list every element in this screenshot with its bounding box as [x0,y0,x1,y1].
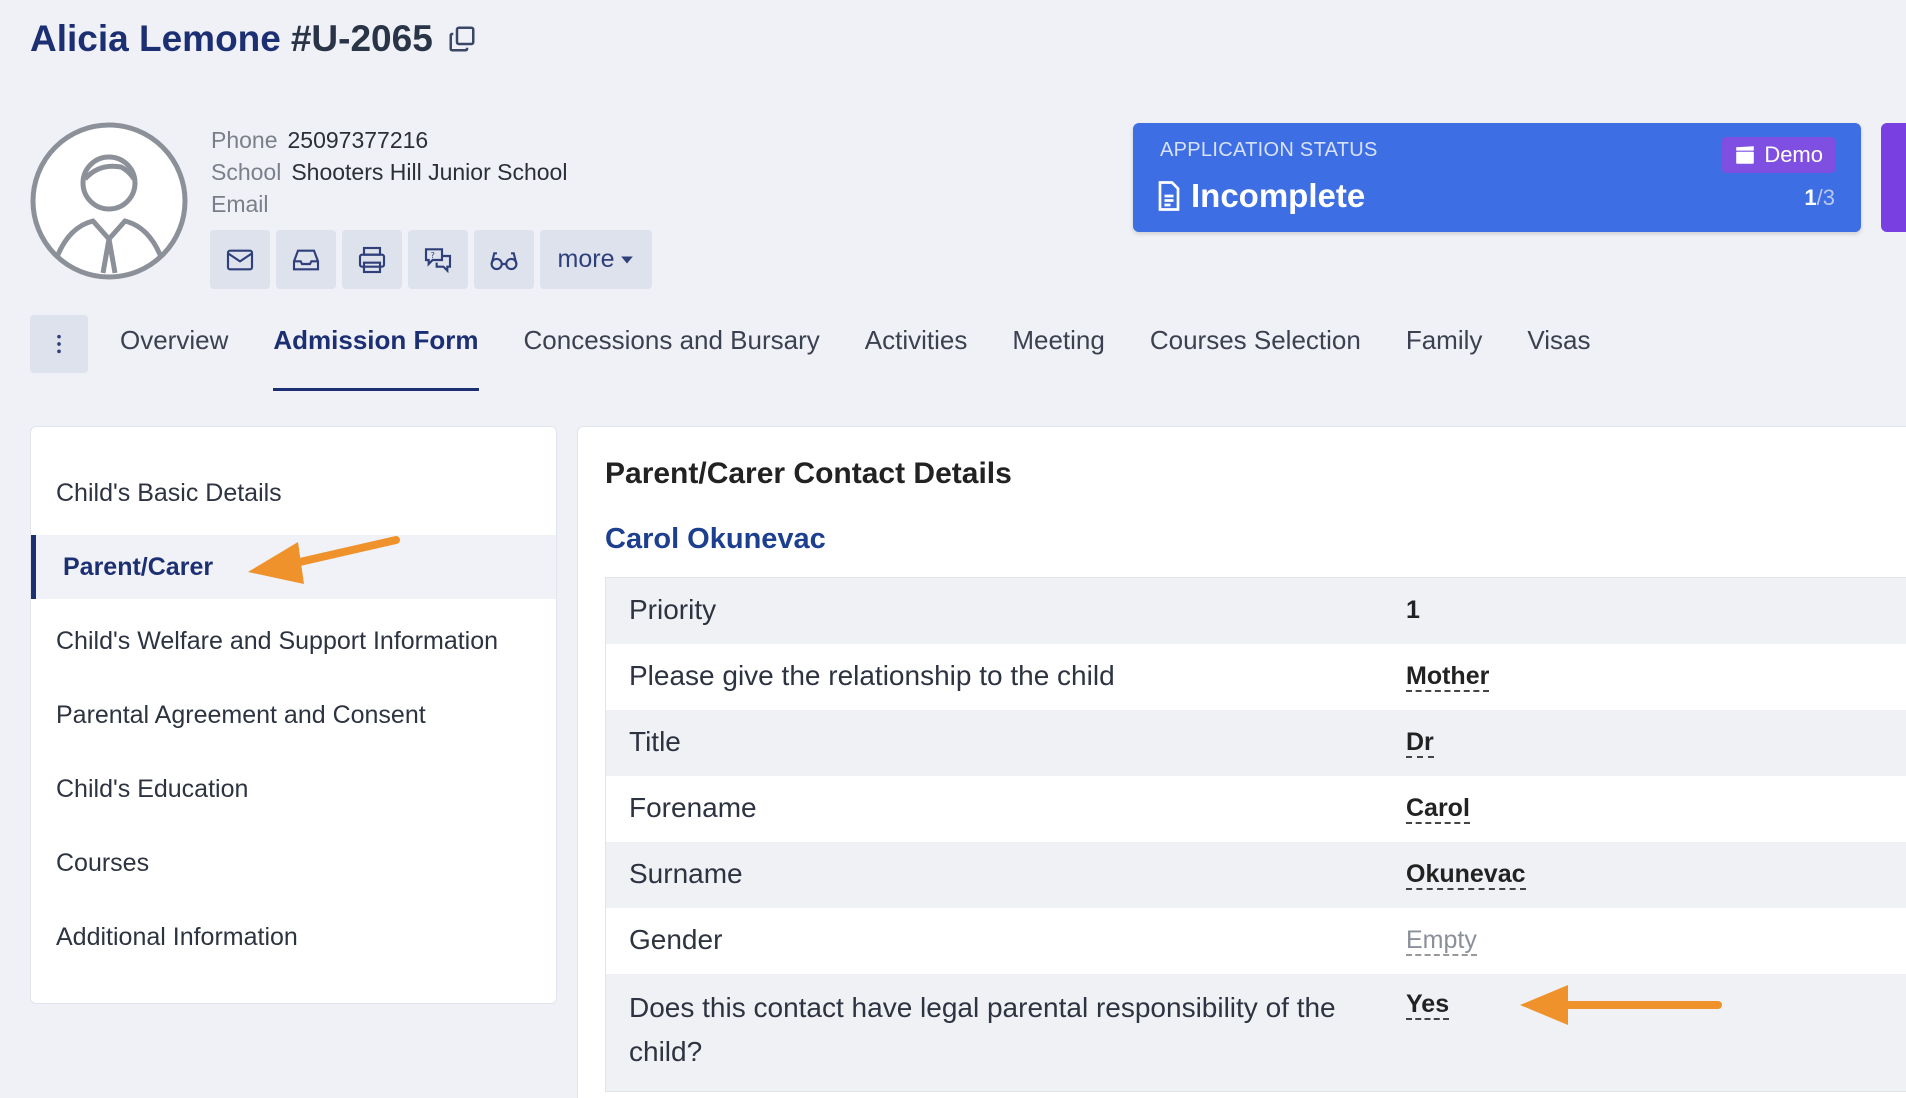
email-row: Email [211,188,567,220]
nav-childs-basic-details[interactable]: Child's Basic Details [31,461,556,525]
demo-label: Demo [1764,142,1823,167]
surname-editable[interactable]: Okunevac [1406,860,1526,890]
tab-activities[interactable]: Activities [865,325,968,356]
nav-parental-agreement[interactable]: Parental Agreement and Consent [31,683,556,747]
clapperboard-icon [1736,146,1755,164]
caret-down-icon [621,256,634,263]
tab-family[interactable]: Family [1406,325,1483,356]
page-title: Alicia Lemone #U-2065 [30,18,477,60]
nav-courses[interactable]: Courses [31,831,556,895]
field-label: Forename [629,792,757,823]
glasses-icon [490,251,518,270]
annotation-arrow-icon [248,536,400,584]
phone-row: Phone 25097377216 [211,124,567,156]
status-step-total: /3 [1816,185,1835,210]
legal-responsibility-editable[interactable]: Yes [1406,990,1450,1020]
svg-text:?: ? [431,251,435,260]
form-section-nav: Child's Basic Details Parent/Carer Child… [30,426,557,1004]
table-row: Surname Okunevac [606,842,1906,908]
field-value: Dr [1406,710,1906,776]
annotation-arrow-icon [1520,985,1722,1025]
send-email-button[interactable] [210,230,270,289]
tab-visas[interactable]: Visas [1527,325,1590,356]
school-row: School Shooters Hill Junior School [211,156,567,188]
email-label: Email [211,191,269,217]
applicant-id: #U-2065 [290,18,433,59]
field-value: Empty [1406,908,1906,974]
table-row: Please give the relationship to the chil… [606,644,1906,710]
applicant-name: Alicia Lemone [30,18,281,59]
school-label: School [211,159,282,185]
tab-meeting[interactable]: Meeting [1012,325,1105,356]
table-row: Priority 1 [606,578,1906,644]
chat-question-icon: ? [424,247,452,273]
tab-admission-form[interactable]: Admission Form [273,325,479,391]
phone-label: Phone [211,127,278,153]
copy-icon[interactable] [447,24,477,54]
field-value: Okunevac [1406,842,1906,908]
demo-badge: Demo [1722,137,1835,173]
print-button[interactable] [342,230,402,289]
chat-button[interactable]: ? [408,230,468,289]
priority-value: 1 [1406,596,1420,624]
application-status-card[interactable]: APPLICATION STATUS Incomplete Demo 1/3 [1133,123,1861,232]
document-icon [1158,181,1180,211]
field-value: 1 [1406,578,1906,644]
next-status-card-edge[interactable] [1881,123,1906,232]
section-title: Parent/Carer Contact Details [605,457,1012,490]
action-toolbar: ? more [210,230,652,289]
nav-childs-welfare[interactable]: Child's Welfare and Support Information [31,609,556,673]
status-text: Incomplete [1191,177,1366,214]
tab-concessions-and-bursary[interactable]: Concessions and Bursary [524,325,820,356]
profile-info: Phone 25097377216 School Shooters Hill Jun… [211,124,567,220]
relationship-editable[interactable]: Mother [1406,662,1490,692]
kebab-icon [57,334,61,354]
field-label: Priority [629,594,717,625]
gender-editable[interactable]: Empty [1406,926,1477,956]
table-row: Title Dr [606,710,1906,776]
field-label: Please give the relationship to the chil… [629,660,1115,691]
field-value: Carol [1406,776,1906,842]
inbox-icon [292,249,320,270]
tab-courses-selection[interactable]: Courses Selection [1150,325,1361,356]
mail-icon [226,249,254,270]
forename-editable[interactable]: Carol [1406,794,1470,824]
field-label: Gender [629,924,723,955]
status-step-count: 1/3 [1804,185,1835,211]
table-row: Gender Empty [606,908,1906,974]
avatar [30,122,188,280]
page: Alicia Lemone #U-2065 Phone 25097377216 S… [0,0,1906,1098]
field-value: Mother [1406,644,1906,710]
preview-button[interactable] [474,230,534,289]
status-caption: APPLICATION STATUS [1160,139,1378,161]
table-row: Forename Carol [606,776,1906,842]
phone-value: 25097377216 [287,127,429,153]
nav-childs-education[interactable]: Child's Education [31,757,556,821]
field-label: Surname [629,858,743,889]
tabs-menu-button[interactable] [30,315,88,373]
field-label: Title [629,726,681,757]
nav-additional-information[interactable]: Additional Information [31,905,556,969]
contact-name: Carol Okunevac [605,523,826,555]
printer-icon [358,246,386,273]
more-dropdown-button[interactable]: more [540,230,652,289]
title-editable[interactable]: Dr [1406,728,1434,758]
status-step-current: 1 [1804,185,1817,210]
field-label: Does this contact have legal parental re… [629,992,1336,1067]
tab-overview[interactable]: Overview [120,325,228,356]
status-value: Incomplete [1157,177,1365,215]
tab-bar: Overview Admission Form Concessions and … [120,325,1636,391]
more-label: more [557,245,615,273]
inbox-button[interactable] [276,230,336,289]
school-value: Shooters Hill Junior School [291,159,568,185]
